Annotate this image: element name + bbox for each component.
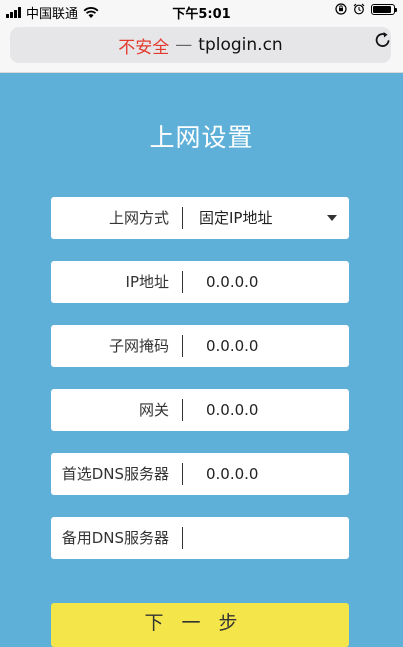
field-divider [182, 463, 183, 485]
field-label: 备用DNS服务器 [61, 529, 169, 547]
page-title: 上网设置 [149, 123, 254, 152]
field-label: IP地址 [125, 273, 169, 291]
ip-address-value: 0.0.0.0 [206, 273, 259, 291]
browser-address-bar: 不安全 — tplogin.cn [0, 22, 403, 73]
reload-icon[interactable] [373, 30, 393, 50]
field-divider [182, 335, 183, 357]
next-button[interactable]: 下一步 [51, 603, 349, 647]
field-label: 上网方式 [108, 209, 169, 227]
primary-dns-field[interactable]: 首选DNS服务器 0.0.0.0 [51, 453, 349, 495]
screen-rotation-lock-icon [335, 3, 347, 15]
battery-icon [371, 3, 397, 15]
connection-type-value: 固定IP地址 [199, 209, 273, 227]
security-warning: 不安全 [118, 37, 170, 58]
secondary-dns-field[interactable]: 备用DNS服务器 [51, 517, 349, 559]
status-right [335, 3, 397, 15]
ip-address-field[interactable]: IP地址 0.0.0.0 [51, 261, 349, 303]
field-divider [182, 399, 183, 421]
gateway-field[interactable]: 网关 0.0.0.0 [51, 389, 349, 431]
connection-type-select[interactable]: 上网方式 固定IP地址 [51, 197, 349, 239]
url-field[interactable]: 不安全 — tplogin.cn [10, 27, 391, 63]
url-separator: — [175, 35, 193, 55]
url-text: tplogin.cn [198, 35, 283, 55]
field-divider [182, 527, 183, 549]
dropdown-caret-icon [327, 215, 337, 221]
subnet-mask-field[interactable]: 子网掩码 0.0.0.0 [51, 325, 349, 367]
field-label: 网关 [138, 401, 169, 419]
field-label: 首选DNS服务器 [61, 465, 169, 483]
field-divider [182, 207, 183, 229]
alarm-icon [353, 3, 365, 15]
gateway-value: 0.0.0.0 [206, 401, 259, 419]
field-divider [182, 271, 183, 293]
status-bar: 中国联通 下午5:01 [0, 0, 403, 22]
subnet-mask-value: 0.0.0.0 [206, 337, 259, 355]
primary-dns-value: 0.0.0.0 [206, 465, 259, 483]
field-label: 子网掩码 [108, 337, 169, 355]
